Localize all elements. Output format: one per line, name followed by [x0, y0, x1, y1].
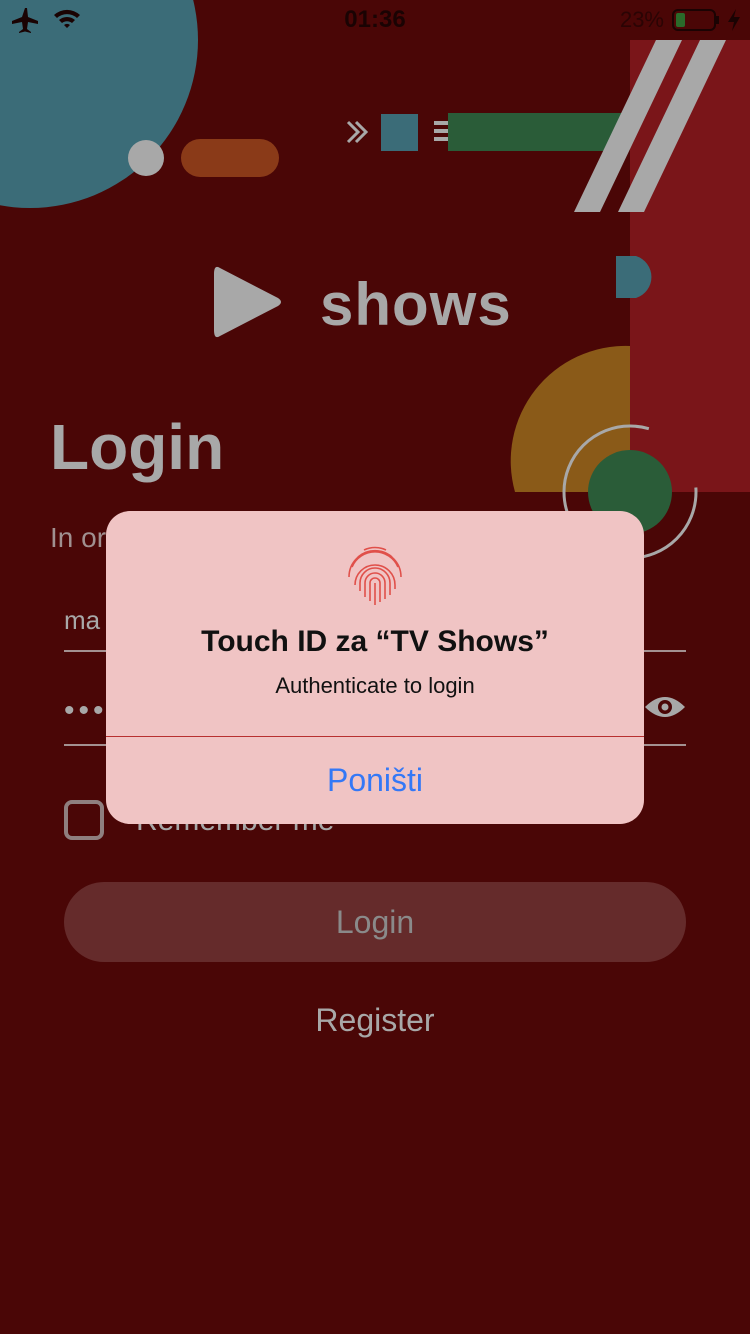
charging-bolt-icon	[726, 8, 742, 37]
alert-title: Touch ID za “TV Shows”	[201, 625, 549, 658]
remember-me-checkbox[interactable]	[64, 800, 104, 840]
password-value: •••	[64, 694, 108, 727]
orange-pill-shape	[181, 139, 279, 177]
eye-icon[interactable]	[644, 692, 686, 730]
alert-message: Authenticate to login	[275, 673, 475, 698]
double-chevron-shape	[346, 120, 361, 144]
grey-dot-shape	[128, 140, 164, 176]
battery-icon	[672, 8, 722, 37]
play-icon	[210, 262, 286, 347]
touch-id-alert: Touch ID za “TV Shows” Authenticate to l…	[106, 511, 644, 824]
fingerprint-icon	[344, 545, 406, 612]
cancel-button[interactable]: Poništi	[106, 737, 644, 824]
login-subtitle: In or	[50, 522, 107, 553]
page-title: Login	[50, 411, 225, 483]
teal-square-shape	[381, 114, 418, 151]
login-button[interactable]: Login	[64, 882, 686, 962]
register-link[interactable]: Register	[0, 1002, 750, 1039]
status-bar: 01:36 23%	[0, 0, 750, 40]
green-bar-shape	[448, 113, 624, 151]
login-screen: 01:36 23% shows Login In or ••• Remember…	[0, 0, 750, 1334]
battery-percentage: 23%	[619, 7, 664, 32]
app-name: shows	[320, 271, 512, 338]
